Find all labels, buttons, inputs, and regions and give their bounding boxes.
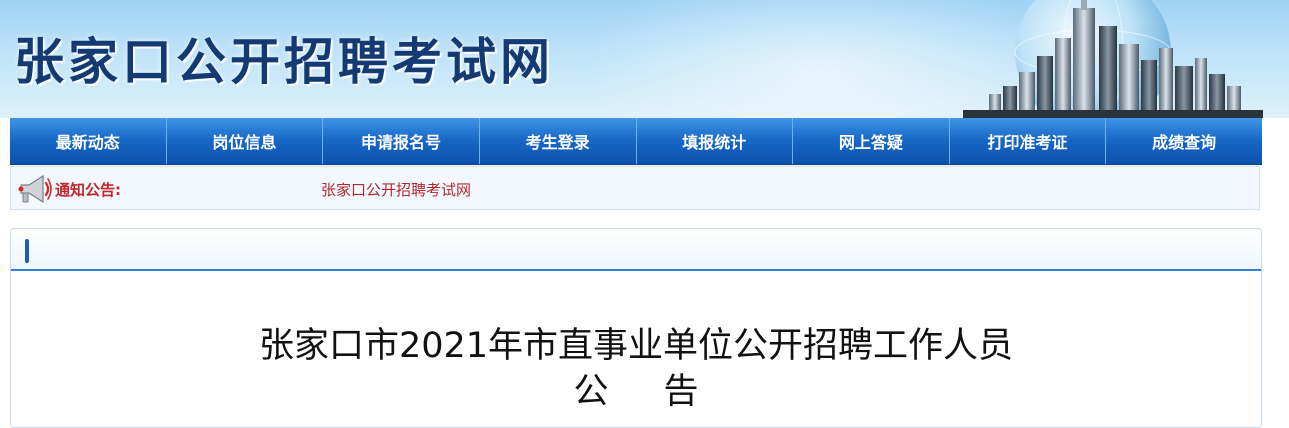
site-title: 张家口公开招聘考试网 [14, 32, 554, 91]
site-banner: 张家口公开招聘考试网 [0, 0, 1289, 118]
notice-bar: 通知公告: 张家口公开招聘考试网 [10, 166, 1260, 210]
city-skyline-illustration [963, 0, 1263, 118]
panel-header-marker [25, 239, 29, 263]
article-subtitle: 公告 [573, 372, 754, 412]
main-nav: 最新动态 岗位信息 申请报名号 考生登录 填报统计 网上答疑 打印准考证 成绩查… [10, 118, 1262, 165]
nav-item-online-qa[interactable]: 网上答疑 [793, 118, 950, 164]
article-title: 张家口市2021年市直事业单位公开招聘工作人员 [258, 326, 1014, 366]
nav-item-application-statistics[interactable]: 填报统计 [637, 118, 794, 164]
article-panel: 张家口市2021年市直事业单位公开招聘工作人员 公告 [10, 228, 1262, 428]
nav-item-print-admission-ticket[interactable]: 打印准考证 [950, 118, 1107, 164]
nav-item-candidate-login[interactable]: 考生登录 [480, 118, 637, 164]
megaphone-icon [18, 174, 52, 204]
nav-item-apply-registration-number[interactable]: 申请报名号 [323, 118, 480, 164]
nav-item-score-query[interactable]: 成绩查询 [1106, 118, 1262, 164]
nav-item-position-info[interactable]: 岗位信息 [167, 118, 324, 164]
nav-item-latest-news[interactable]: 最新动态 [10, 118, 167, 164]
notice-scrolling-link[interactable]: 张家口公开招聘考试网 [321, 179, 471, 200]
panel-header [11, 229, 1261, 271]
notice-label: 通知公告: [55, 181, 121, 199]
